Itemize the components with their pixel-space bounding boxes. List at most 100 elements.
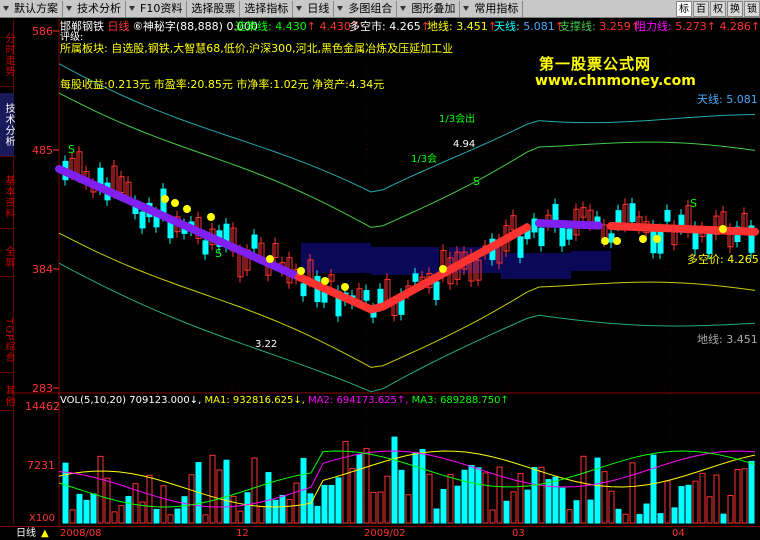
dropdown-icon xyxy=(129,5,135,11)
volume-bar xyxy=(440,488,447,524)
volume-bar xyxy=(174,508,181,524)
volume-bar xyxy=(321,484,328,524)
volume-bar xyxy=(279,494,286,524)
toolbar-overlay[interactable]: 图形叠加 xyxy=(397,0,461,17)
date-label-5: 04 xyxy=(672,528,685,539)
date-axis-bar: 日线 ▲ 2008/08 12 2009/02 03 04 xyxy=(0,526,760,540)
candle-body xyxy=(251,234,258,249)
volume-bar xyxy=(356,454,363,524)
volume-bar xyxy=(237,510,244,524)
tab-other[interactable]: 其他 xyxy=(0,381,14,411)
volume-bar xyxy=(741,468,748,524)
chart-area[interactable]: 邯郸钢铁 日线 ⑥神秘字(88,888) 0.000 选策线: 4.430↑ 4… xyxy=(15,19,760,527)
volume-bar xyxy=(111,511,118,524)
volume-bar xyxy=(657,513,664,524)
dropdown-icon xyxy=(400,5,407,11)
candle-body xyxy=(139,211,146,229)
candle-body xyxy=(538,227,545,247)
finance-info: 每股收益:0.213元 市盈率:20.85元 市净率:1.02元 净资产:4.3… xyxy=(60,78,385,91)
volume-bar xyxy=(482,472,489,524)
volume-bar xyxy=(608,490,615,524)
signal-dot xyxy=(161,195,169,203)
volume-bar xyxy=(335,477,342,524)
volume-bar xyxy=(307,493,314,524)
sector-info: 所属板块: 自选股,钢铁,大智慧68,低价,沪深300,河北,黑色金属冶炼及压延… xyxy=(60,42,454,55)
tab-fundamentals[interactable]: 基本资料 xyxy=(0,165,14,229)
signal-dot xyxy=(719,225,727,233)
volume-bar xyxy=(727,494,734,524)
volume-bar xyxy=(524,489,531,524)
duokong-legend: 多空市: 4.265↑ xyxy=(349,20,430,33)
period-label: 日线 xyxy=(107,20,130,33)
lock-button[interactable]: 锁 xyxy=(744,1,760,17)
signal-dot xyxy=(297,267,305,275)
volume-bar xyxy=(251,457,258,524)
dropdown-icon xyxy=(66,5,72,11)
signal-dot xyxy=(207,213,215,221)
volume-bar xyxy=(272,499,279,524)
volume-bar xyxy=(216,469,223,524)
date-label-3: 2009/02 xyxy=(364,528,406,539)
left-tab-strip: 分时走势 技术分析 基本资料 全屏 TOP综合 其他 xyxy=(0,19,14,524)
volume-bar xyxy=(566,509,573,524)
percent-button[interactable]: 百 xyxy=(693,1,709,17)
watermark-url: www.chnmoney.com xyxy=(535,73,696,89)
sell-signal-3: S xyxy=(690,197,697,210)
dropdown-icon xyxy=(463,5,470,11)
volume-bar xyxy=(391,436,398,524)
toolbar-select-indicator[interactable]: 选择指标 xyxy=(240,0,294,17)
candle-body xyxy=(559,226,566,247)
support-zone-box xyxy=(571,251,611,271)
switch-button[interactable]: 换 xyxy=(727,1,743,17)
volume-bar xyxy=(748,460,755,524)
candle-body xyxy=(566,228,573,240)
volume-bar xyxy=(678,486,685,524)
trend-line-bear xyxy=(55,165,303,281)
rights-button[interactable]: 权 xyxy=(710,1,726,17)
tab-top-overview[interactable]: TOP综合 xyxy=(0,309,14,373)
date-label-4: 03 xyxy=(512,528,525,539)
tab-intraday[interactable]: 分时走势 xyxy=(0,23,14,87)
volume-bar xyxy=(671,507,678,524)
toolbar-multi-chart[interactable]: 多图组合 xyxy=(334,0,398,17)
volume-bar xyxy=(559,487,566,524)
volume-bar xyxy=(349,468,356,524)
period-tab[interactable]: 日线 xyxy=(16,527,36,540)
dropdown-icon xyxy=(296,5,303,11)
volume-bar xyxy=(90,493,97,524)
chart-canvas xyxy=(15,19,760,527)
top-toolbar: 默认方案 技术分析 F10资料 选择股票 选择指标 日线 多图组合 图形叠加 常… xyxy=(0,0,760,18)
period-tab-arrow-icon[interactable]: ▲ xyxy=(41,527,49,540)
toolbar-default-scheme[interactable]: 默认方案 xyxy=(0,0,63,17)
signal-dot xyxy=(266,255,274,263)
mark-button[interactable]: 标 xyxy=(676,1,692,17)
signal-dot xyxy=(613,237,621,245)
volume-bar xyxy=(160,485,167,524)
toolbar-common-indicators[interactable]: 常用指标 xyxy=(460,0,524,17)
volume-bar xyxy=(538,466,545,524)
volume-bar xyxy=(734,468,741,524)
volume-bar xyxy=(398,469,405,524)
price-axis-label-top: 586 xyxy=(32,25,53,38)
candle-body xyxy=(202,240,209,255)
candle-body xyxy=(664,209,671,222)
toolbar-technical-analysis[interactable]: 技术分析 xyxy=(63,0,126,17)
tab-technical[interactable]: 技术分析 xyxy=(0,93,14,157)
volume-bar xyxy=(146,474,153,524)
volume-bar xyxy=(685,484,692,524)
tab-fullscreen[interactable]: 全屏 xyxy=(0,237,14,277)
volume-bar xyxy=(475,467,482,524)
toolbar-select-stock[interactable]: 选择股票 xyxy=(187,0,241,17)
volume-bar xyxy=(377,491,384,524)
dixian-annotation: 地线: 3.451 xyxy=(697,333,758,346)
sell-signal-2: S xyxy=(473,175,480,188)
signal-dot xyxy=(439,265,447,273)
toolbar-daily[interactable]: 日线 xyxy=(293,0,335,17)
signal-dot xyxy=(321,277,329,285)
volume-bar xyxy=(587,499,594,524)
volume-bar xyxy=(223,459,230,524)
candle-body xyxy=(321,291,328,303)
toolbar-f10[interactable]: F10资料 xyxy=(126,0,188,17)
trend-line-bull xyxy=(607,222,759,236)
signal-dot xyxy=(653,235,661,243)
